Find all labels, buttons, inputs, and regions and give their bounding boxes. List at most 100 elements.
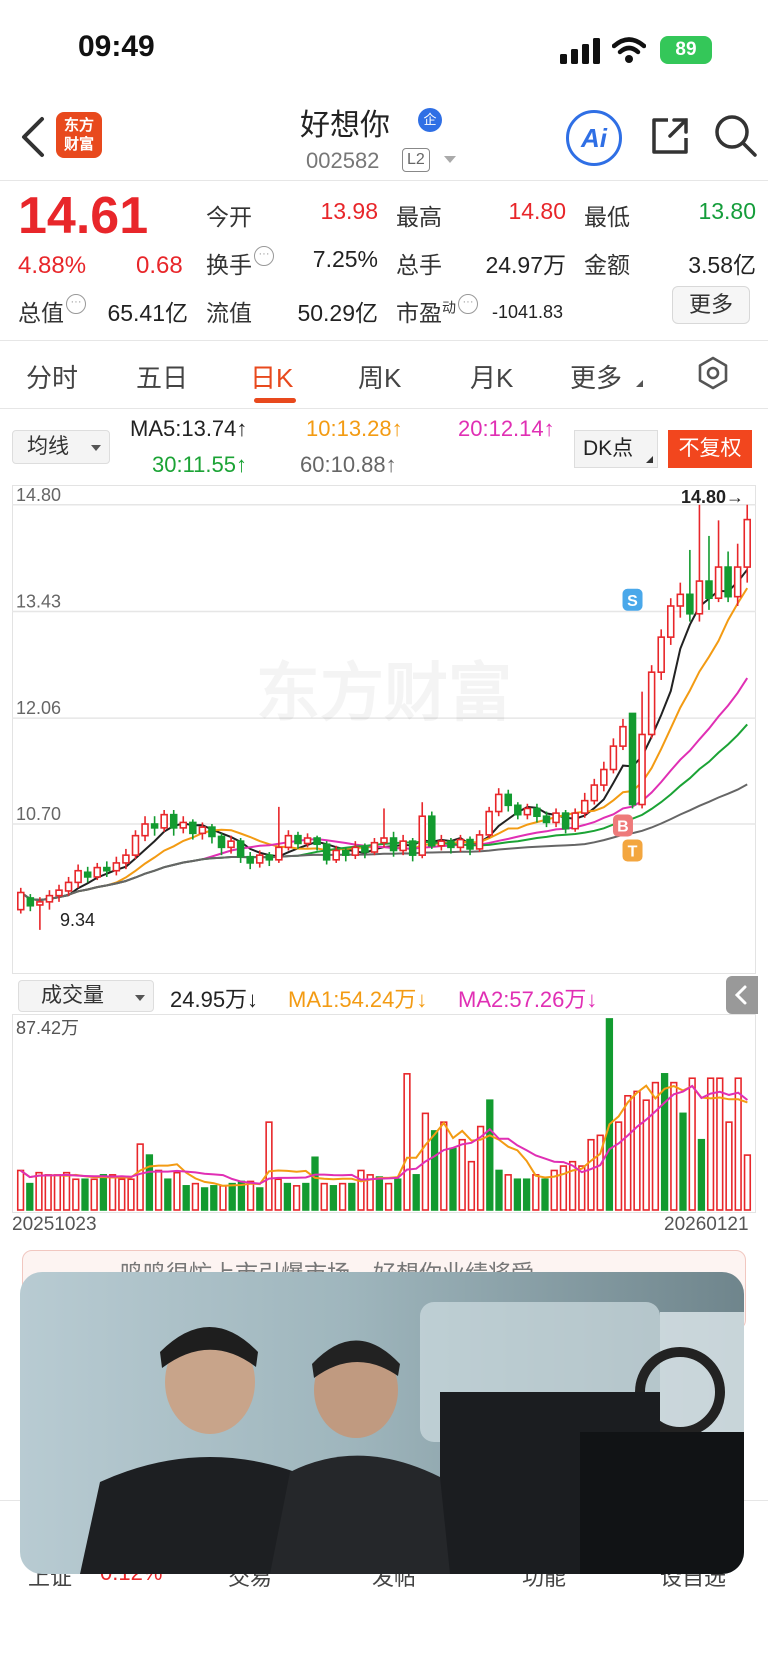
volume-bar [513,1178,522,1211]
candle-body [303,837,312,845]
volume-bar [164,1178,172,1211]
pe-value: -1041.83 [492,302,564,322]
date-start: 20251023 [12,1214,97,1235]
candle-body [217,835,226,849]
candle-body [294,834,302,845]
volume-value: 24.97万 [485,252,566,278]
candle-body [55,889,63,897]
candle-body [514,804,522,816]
candle-body [580,799,589,814]
volume-bar [26,1182,34,1211]
volume-bar [504,1174,512,1211]
dk-point-button[interactable]: DK点 [574,430,658,468]
candle-body [666,605,675,638]
candle-body [600,768,608,786]
volume-bar [62,1171,71,1211]
change-amount: 0.68 [136,252,183,279]
candle-body [160,813,168,829]
volume-bar [154,1169,163,1211]
volume-bar [440,1121,448,1211]
candle-body [275,846,283,861]
volume-bar [53,1174,62,1211]
tab-intraday[interactable]: 分时 [26,358,78,395]
level-badge[interactable]: L2 [402,148,430,172]
candle-body [198,826,207,835]
divider [0,340,768,341]
tab-more[interactable]: 更多 [570,358,622,395]
volume-bar [403,1073,411,1211]
share-icon[interactable] [648,114,692,158]
gear-icon[interactable] [696,356,730,390]
volume-bar [651,1081,660,1211]
volume-bar [127,1178,135,1211]
adjust-button[interactable]: 不复权 [668,430,752,468]
tab-five-day[interactable]: 五日 [136,358,188,395]
ai-button[interactable]: Ai [566,110,622,166]
float-value-label: 流值 [206,300,252,326]
candle-body [150,823,159,829]
collapse-panel-button[interactable] [726,976,758,1014]
volume-bar [256,1187,264,1211]
divider [0,180,768,181]
volume-bar [90,1178,98,1211]
candle-body [112,862,121,872]
status-time: 09:49 [78,30,155,63]
low-value: 13.80 [698,198,756,224]
volume-bar [734,1077,742,1211]
candle-body [265,854,274,861]
candle-body [246,855,254,864]
volume-bar [394,1178,402,1211]
volume-bar [108,1174,117,1211]
ma-select[interactable]: 均线 [12,430,110,464]
more-button[interactable]: 更多 [672,286,750,324]
tab-monthly-k[interactable]: 月K [470,358,513,395]
volume-bar [486,1099,494,1211]
candle-body [533,807,541,818]
video-overlay-image[interactable] [20,1272,744,1574]
volume-bar [191,1182,200,1211]
volume-bar [311,1156,319,1211]
caret-icon [636,380,643,387]
volume-bar [725,1121,733,1211]
volume-bar [81,1178,89,1211]
amount-value: 3.58亿 [688,252,756,278]
chevron-down-icon[interactable] [444,156,456,163]
candle-body [733,566,742,598]
candle-body [494,793,503,813]
candle-body [208,826,216,838]
volume-bar [329,1185,338,1211]
search-icon[interactable] [712,112,758,158]
back-icon[interactable] [18,115,48,159]
enterprise-badge: 企 [418,108,442,132]
tab-daily-k[interactable]: 日K [250,358,293,395]
candle-body [169,813,178,829]
candle-body [93,866,102,878]
volume-last: 24.95万↓ [170,987,259,1012]
volume-bar [200,1187,209,1211]
signal-marker-label: B [617,819,629,836]
high-price-label: 14.80→ [681,487,744,507]
volume-bar [35,1171,43,1211]
high-label: 最高 [396,204,442,230]
active-tab-indicator [254,398,296,403]
volume-ma2: MA2:57.26万↓ [458,987,598,1012]
volume-select[interactable]: 成交量 [18,980,154,1012]
volume-bar [375,1176,384,1211]
candle-body [418,815,426,856]
signal-marker-label: T [628,843,638,860]
candle-body [64,881,73,892]
wifi-icon [612,37,646,63]
volume-bar [274,1178,282,1211]
candle-body [370,841,379,853]
candle-body [686,593,694,615]
candle-body [657,636,665,673]
tab-weekly-k[interactable]: 周K [358,358,401,395]
volume-chart[interactable]: 87.42万 [12,1014,756,1214]
candle-body [36,901,44,906]
volume-bar [210,1185,218,1211]
candlestick-chart[interactable]: 14.80 13.43 12.06 10.70 东方财富 14.80→ 9.34 S BT [12,485,756,975]
volume-bar [118,1178,126,1211]
candle-body [131,834,140,856]
volume-bar [145,1154,154,1211]
candle-body [628,712,637,806]
